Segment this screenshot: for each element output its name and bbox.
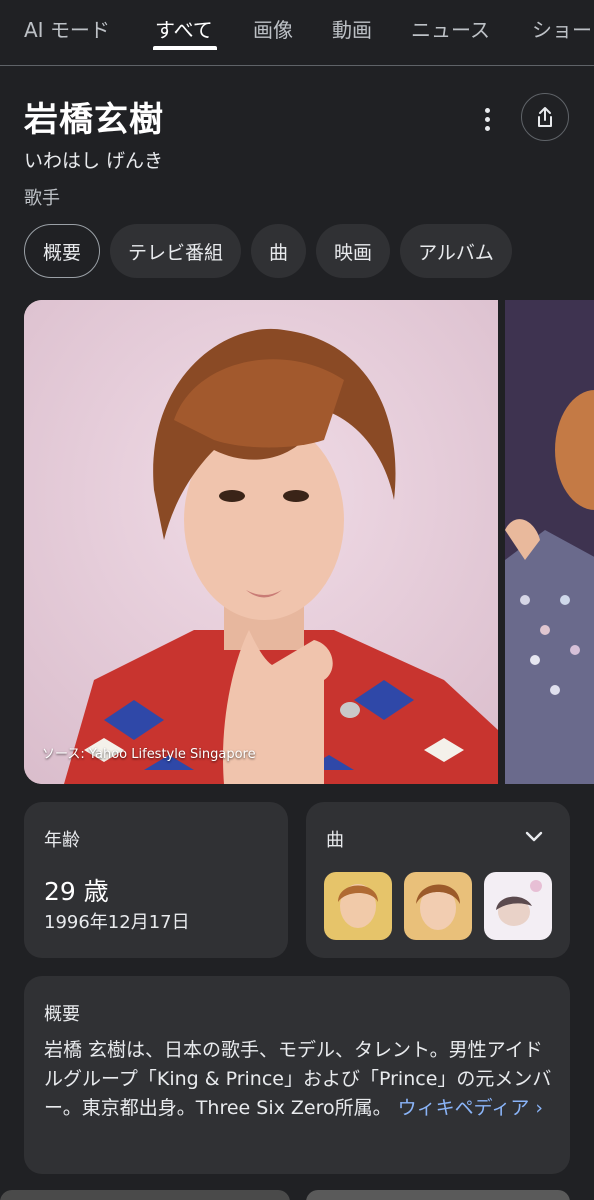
side-photo[interactable] — [505, 300, 594, 784]
tab-ai-mode[interactable]: AI モード — [24, 14, 110, 43]
chevron-down-icon[interactable] — [522, 824, 546, 848]
tab-videos[interactable]: 動画 — [332, 14, 372, 43]
filter-chips: 概要 テレビ番組 曲 映画 アルバム — [24, 224, 512, 278]
song-thumbnail[interactable] — [484, 872, 552, 940]
search-tabs: AI モード すべて 画像 動画 ニュース ショー — [0, 0, 594, 66]
active-tab-indicator — [153, 46, 217, 50]
album-art — [404, 872, 472, 940]
age-label: 年齢 — [44, 830, 80, 851]
overview-description: 岩橋 玄樹は、日本の歌手、モデル、タレント。男性アイドルグループ「King & … — [44, 1036, 554, 1123]
chip-overview[interactable]: 概要 — [24, 224, 101, 278]
songs-card[interactable]: 曲 — [306, 802, 570, 958]
tab-images[interactable]: 画像 — [253, 14, 293, 43]
next-card-peek — [0, 1190, 290, 1200]
songs-label: 曲 — [326, 830, 344, 851]
chip-songs[interactable]: 曲 — [251, 224, 307, 278]
portrait-photo — [24, 300, 498, 784]
entity-category: 歌手 — [24, 188, 60, 209]
chip-movies[interactable]: 映画 — [316, 224, 391, 278]
share-icon — [538, 107, 552, 127]
album-art — [324, 872, 392, 940]
more-options-button[interactable] — [470, 100, 504, 138]
age-value: 29 歳 — [44, 877, 109, 906]
entity-title: 岩橋玄樹 — [24, 100, 164, 140]
tab-news[interactable]: ニュース — [411, 14, 490, 43]
album-art — [484, 872, 552, 940]
overview-label: 概要 — [44, 1004, 80, 1025]
chip-albums[interactable]: アルバム — [400, 224, 512, 278]
song-thumbnail[interactable] — [324, 872, 392, 940]
wikipedia-link[interactable]: ウィキペディア › — [398, 1097, 543, 1119]
song-thumbnail[interactable] — [404, 872, 472, 940]
image-source: ソース: Yahoo Lifestyle Singapore — [42, 747, 256, 762]
tab-shopping[interactable]: ショー — [532, 14, 592, 43]
more-vert-icon — [484, 107, 490, 113]
overview-card: 概要 岩橋 玄樹は、日本の歌手、モデル、タレント。男性アイドルグループ「King… — [24, 976, 570, 1174]
tab-all[interactable]: すべて — [155, 14, 213, 43]
next-card-peek — [306, 1190, 570, 1200]
age-card[interactable]: 年齢 29 歳 1996年12月17日 — [24, 802, 288, 958]
main-photo[interactable]: ソース: Yahoo Lifestyle Singapore — [24, 300, 498, 784]
chip-tv-shows[interactable]: テレビ番組 — [110, 224, 242, 278]
entity-reading: いわはし げんき — [24, 150, 164, 172]
share-button[interactable] — [521, 93, 569, 141]
birthdate: 1996年12月17日 — [44, 912, 190, 933]
concert-photo — [505, 300, 594, 784]
